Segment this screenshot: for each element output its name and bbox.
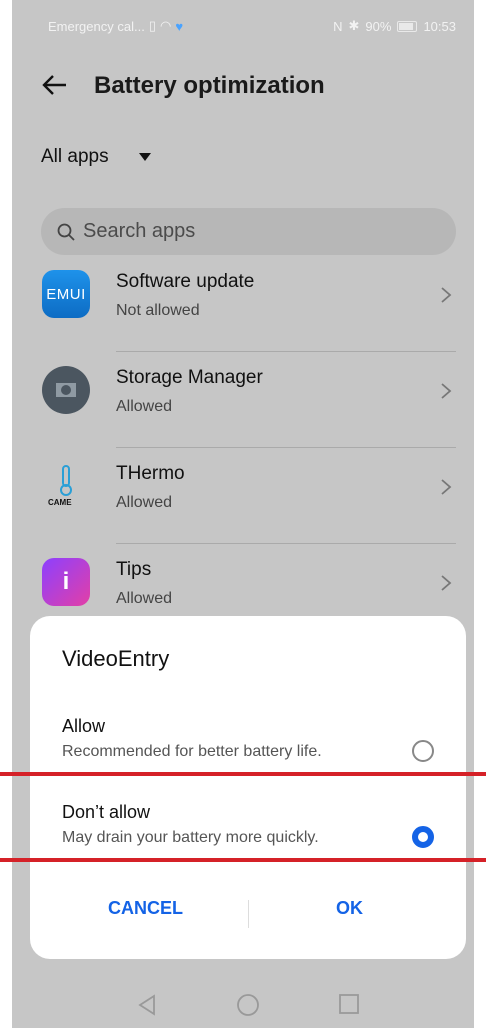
battery-permission-dialog: VideoEntry Allow Recommended for better …: [30, 616, 466, 959]
heart-icon: ♥: [175, 18, 184, 34]
recents-nav-icon[interactable]: [338, 993, 360, 1015]
phone-screen: Emergency cal... ▯ ◠ ♥ N ✱ 90% 10:53 Bat…: [12, 0, 474, 1028]
search-input[interactable]: Search apps: [41, 208, 456, 255]
ok-button[interactable]: OK: [336, 898, 363, 919]
app-bar: Battery optimization: [12, 60, 474, 110]
app-status: Allowed: [116, 494, 173, 511]
nfc-icon: N: [333, 18, 343, 34]
battery-percent: 90%: [365, 18, 392, 34]
sim-icon: ▯: [148, 18, 156, 33]
app-status: Allowed: [116, 398, 173, 415]
list-item-storage-manager[interactable]: Storage Manager Allowed: [12, 352, 474, 448]
back-nav-icon[interactable]: [136, 993, 158, 1017]
app-name: Tips: [116, 559, 152, 580]
app-name: Storage Manager: [116, 367, 263, 388]
dialog-actions: CANCEL OK: [30, 888, 466, 938]
page-title: Battery optimization: [94, 72, 325, 99]
app-filter-dropdown[interactable]: All apps: [41, 146, 151, 168]
chevron-right-icon: [441, 383, 452, 399]
option-description: May drain your battery more quickly.: [62, 829, 319, 846]
list-item-software-update[interactable]: EMUI Software update Not allowed: [12, 256, 474, 352]
list-item-thermo[interactable]: CAME THermo Allowed: [12, 448, 474, 544]
dont-allow-radio[interactable]: [412, 826, 434, 848]
option-allow[interactable]: Allow Recommended for better battery lif…: [62, 716, 442, 762]
filter-label: All apps: [41, 146, 109, 167]
dialog-title: VideoEntry: [62, 646, 170, 671]
arrow-left-icon: [42, 75, 66, 95]
option-dont-allow[interactable]: Don’t allow May drain your battery more …: [62, 802, 442, 848]
highlight-line-bottom: [0, 858, 486, 862]
screen-frame: Emergency cal... ▯ ◠ ♥ N ✱ 90% 10:53 Bat…: [0, 0, 486, 1028]
emergency-call-text: Emergency cal...: [48, 18, 145, 34]
back-button[interactable]: [40, 72, 70, 98]
app-list: EMUI Software update Not allowed Storage…: [12, 256, 474, 640]
home-nav-icon[interactable]: [236, 993, 260, 1017]
app-name: THermo: [116, 463, 185, 484]
chevron-right-icon: [441, 575, 452, 591]
clock: 10:53: [423, 18, 456, 34]
status-right: N ✱ 90% 10:53: [333, 18, 456, 34]
tips-app-icon: i: [42, 558, 90, 606]
navigation-bar: [12, 985, 474, 1025]
app-status: Not allowed: [116, 302, 200, 319]
bluetooth-icon: ✱: [348, 18, 360, 33]
search-placeholder: Search apps: [83, 220, 196, 242]
option-label: Don’t allow: [62, 802, 151, 822]
allow-radio[interactable]: [412, 740, 434, 762]
app-name: Software update: [116, 271, 255, 292]
option-description: Recommended for better battery life.: [62, 743, 322, 760]
caret-down-icon: [138, 153, 151, 161]
status-bar: Emergency cal... ▯ ◠ ♥ N ✱ 90% 10:53: [12, 0, 474, 40]
highlight-line-top: [0, 772, 486, 776]
search-icon: [57, 223, 75, 241]
status-left: Emergency cal... ▯ ◠ ♥: [48, 18, 183, 34]
app-status: Allowed: [116, 590, 173, 607]
option-label: Allow: [62, 716, 106, 736]
emui-app-icon: EMUI: [42, 270, 90, 318]
battery-icon: [397, 20, 418, 32]
cancel-button[interactable]: CANCEL: [108, 898, 183, 919]
came-logo-text: CAME: [48, 498, 72, 507]
chevron-right-icon: [441, 479, 452, 495]
thermometer-app-icon: CAME: [42, 462, 90, 510]
button-separator: [248, 900, 249, 928]
storage-manager-app-icon: [42, 366, 90, 414]
chevron-right-icon: [441, 287, 452, 303]
wifi-icon: ◠: [159, 18, 172, 33]
